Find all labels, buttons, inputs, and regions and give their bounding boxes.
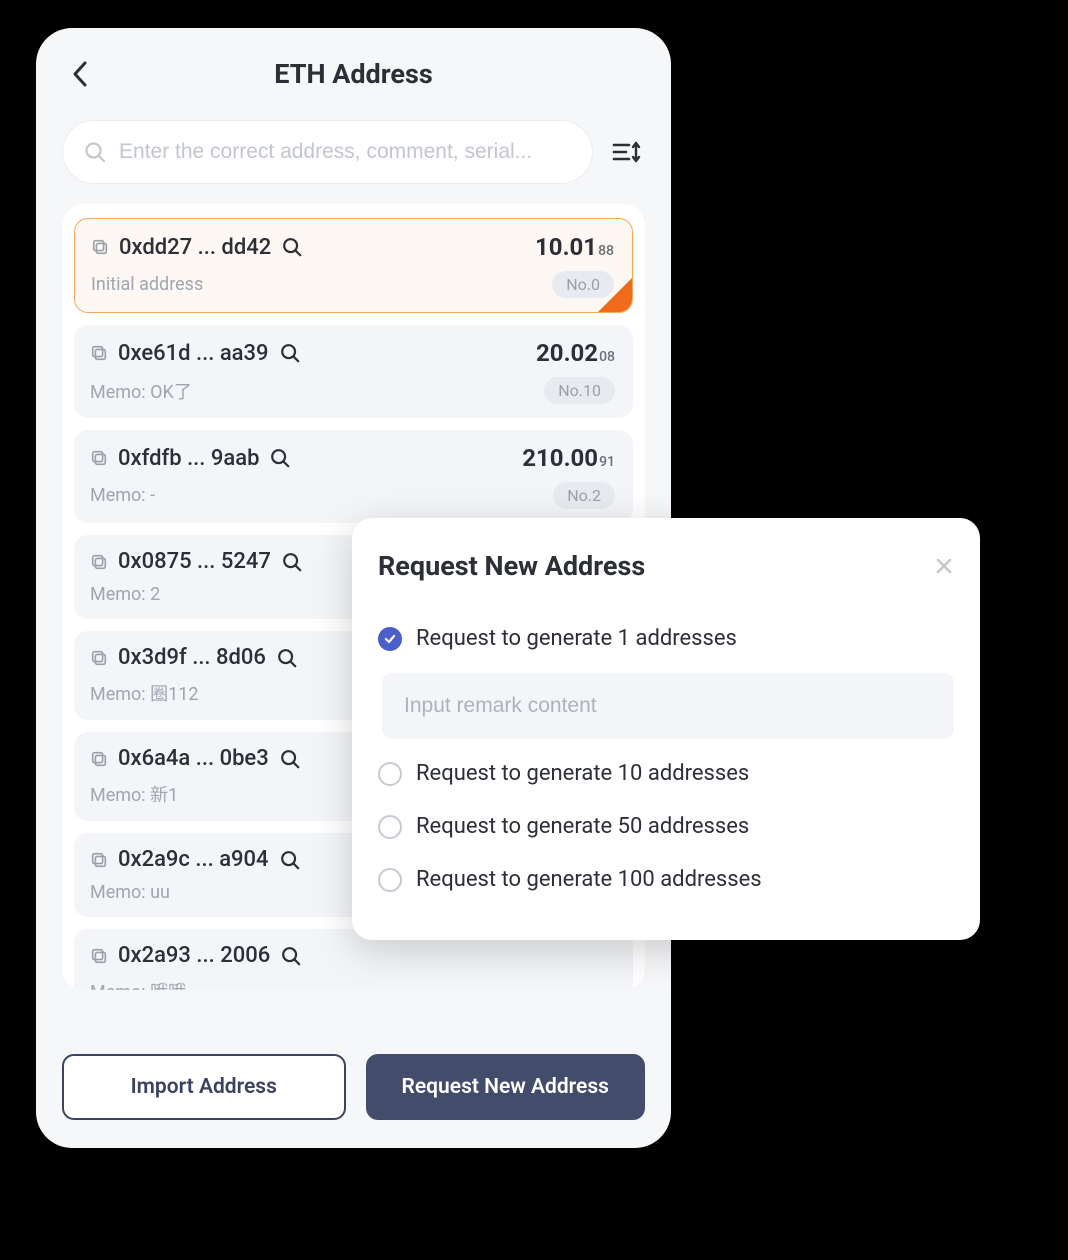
address-row: 0xfdfb ... 9aab 210.0091 [90,444,615,472]
magnify-icon[interactable] [276,647,298,669]
copy-icon[interactable] [90,649,108,667]
copy-icon[interactable] [90,344,108,362]
magnify-icon[interactable] [281,551,303,573]
option-label: Request to generate 10 addresses [416,761,749,786]
magnify-icon[interactable] [279,342,301,364]
address-card[interactable]: 0xdd27 ... dd42 10.0188 Initial address … [74,218,633,313]
magnify-icon[interactable] [279,748,301,770]
index-badge: No.10 [544,377,615,404]
request-new-address-modal: Request New Address Request to generate … [352,518,980,940]
generate-option[interactable]: Request to generate 100 addresses [378,853,954,906]
memo-text: Memo: uu [90,882,170,903]
balance: 10.0188 [535,233,614,261]
search-row [36,120,671,184]
address-row: 0xdd27 ... dd42 10.0188 [91,233,614,261]
option-label: Request to generate 100 addresses [416,867,762,892]
memo-row: Initial address No.0 [91,271,614,298]
memo-text: Initial address [91,274,203,295]
generate-option[interactable]: Request to generate 50 addresses [378,800,954,853]
memo-text: Memo: OK了 [90,378,192,404]
bottom-bar: Import Address Request New Address [62,1054,645,1120]
address-text: 0x2a9c ... a904 [118,847,269,872]
address-text: 0x6a4a ... 0be3 [118,746,269,771]
chevron-left-icon [71,60,89,88]
copy-icon[interactable] [90,851,108,869]
import-address-button[interactable]: Import Address [62,1054,346,1120]
page-title: ETH Address [274,58,432,90]
address-card[interactable]: 0xfdfb ... 9aab 210.0091 Memo: - No.2 [74,430,633,523]
generate-option[interactable]: Request to generate 10 addresses [378,747,954,800]
copy-icon[interactable] [90,750,108,768]
copy-icon[interactable] [90,947,108,965]
modal-title: Request New Address [378,550,645,582]
modal-close-button[interactable] [934,556,954,576]
magnify-icon[interactable] [279,849,301,871]
back-button[interactable] [68,62,92,86]
address-card[interactable]: 0xe61d ... aa39 20.0208 Memo: OK了 No.10 [74,325,633,418]
magnify-icon[interactable] [281,236,303,258]
copy-icon[interactable] [90,449,108,467]
memo-row: Memo: 哦哦 [90,978,615,990]
search-input[interactable] [119,140,572,164]
remark-input[interactable] [382,673,954,739]
radio-unchecked-icon [378,815,402,839]
memo-row: Memo: - No.2 [90,482,615,509]
address-text: 0x3d9f ... 8d06 [118,645,266,670]
magnify-icon[interactable] [280,945,302,967]
memo-text: Memo: 圈112 [90,680,198,706]
radio-unchecked-icon [378,762,402,786]
balance: 20.0208 [536,339,615,367]
request-new-address-button[interactable]: Request New Address [366,1054,646,1120]
address-text: 0xfdfb ... 9aab [118,446,259,471]
app-header: ETH Address [36,28,671,120]
index-badge: No.2 [553,482,615,509]
address-row: 0xe61d ... aa39 20.0208 [90,339,615,367]
radio-unchecked-icon [378,868,402,892]
search-box[interactable] [62,120,593,184]
option-label: Request to generate 50 addresses [416,814,749,839]
magnify-icon[interactable] [269,447,291,469]
sort-button[interactable] [609,134,645,170]
radio-checked-icon [378,627,402,651]
memo-text: Memo: - [90,485,155,506]
memo-row: Memo: OK了 No.10 [90,377,615,404]
memo-text: Memo: 2 [90,584,160,605]
memo-text: Memo: 新1 [90,781,178,807]
balance: 210.0091 [522,444,615,472]
generate-option[interactable]: Request to generate 1 addresses [378,612,954,665]
copy-icon[interactable] [91,238,109,256]
search-icon [83,140,107,164]
address-text: 0x0875 ... 5247 [118,549,271,574]
address-text: 0x2a93 ... 2006 [118,943,270,968]
address-text: 0xe61d ... aa39 [118,341,269,366]
index-badge: No.0 [552,271,614,298]
modal-header: Request New Address [378,550,954,582]
memo-text: Memo: 哦哦 [90,978,186,990]
address-text: 0xdd27 ... dd42 [119,235,271,260]
option-label: Request to generate 1 addresses [416,626,737,651]
sort-icon [612,139,642,165]
copy-icon[interactable] [90,553,108,571]
close-icon [934,556,954,576]
address-row: 0x2a93 ... 2006 [90,943,615,968]
